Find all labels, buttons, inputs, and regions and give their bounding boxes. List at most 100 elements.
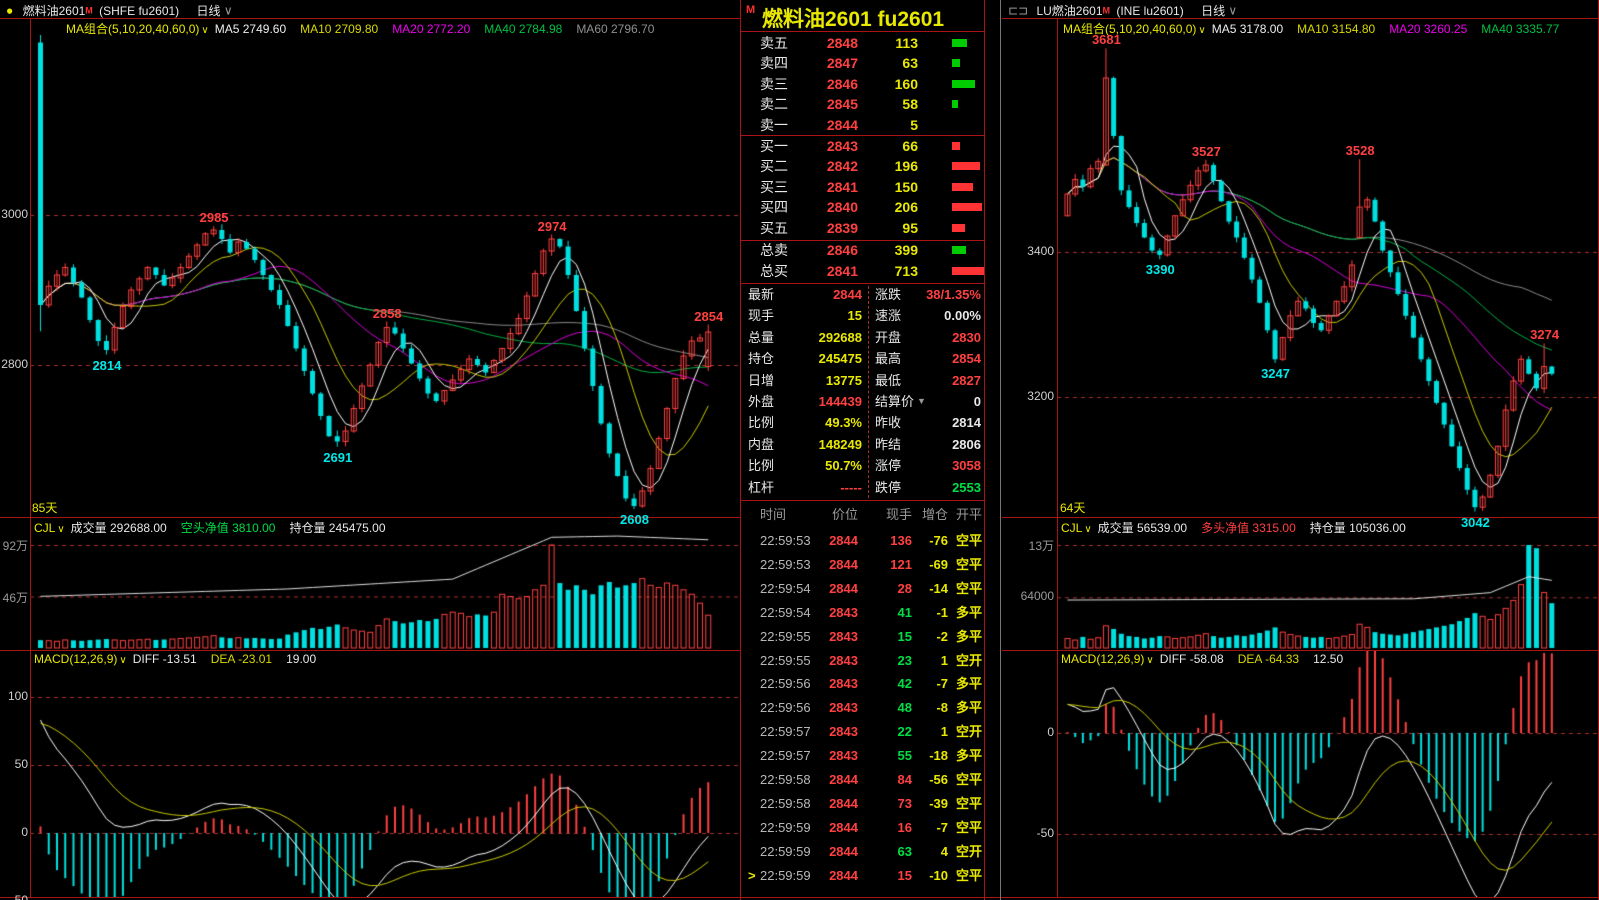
order-book-row[interactable]: 总买2841713 bbox=[740, 261, 985, 281]
tick-price: 2844 bbox=[829, 578, 858, 600]
tick-side: 空平 bbox=[956, 793, 982, 815]
order-book-row[interactable]: 总卖2846399 bbox=[740, 240, 985, 260]
left-title-bar: ● 燃料油2601M (SHFE fu2601) 日线 ∨ bbox=[6, 2, 233, 19]
order-book-row[interactable]: 买三2841150 bbox=[740, 177, 985, 197]
label: 买五 bbox=[760, 218, 788, 238]
stat-row: 跌停2553 bbox=[740, 477, 985, 498]
label: 66 bbox=[902, 136, 918, 156]
tick-time: 22:59:54 bbox=[760, 602, 811, 624]
right-macd-chart[interactable] bbox=[1057, 650, 1599, 897]
panel-border bbox=[984, 0, 985, 900]
price-annotation: 3527 bbox=[1192, 144, 1221, 159]
volume-axis-label: 64000 bbox=[1004, 589, 1054, 603]
stat-value: 2814 bbox=[952, 412, 981, 433]
divider bbox=[0, 650, 740, 651]
label: 2842 bbox=[827, 156, 858, 176]
tick-hand: 73 bbox=[898, 793, 912, 815]
label: 卖三 bbox=[760, 74, 788, 94]
order-book-row[interactable]: 买二 2842 196 bbox=[740, 156, 985, 176]
price-axis-label: 3000 bbox=[0, 207, 28, 221]
order-book-row[interactable]: 卖二284558 bbox=[740, 94, 985, 114]
tick-delta: -8 bbox=[936, 697, 948, 719]
tick-delta: -1 bbox=[936, 602, 948, 624]
price-annotation: 2691 bbox=[323, 450, 352, 465]
divider bbox=[1002, 650, 1599, 651]
stat-value: 2806 bbox=[952, 434, 981, 455]
right-price-chart[interactable] bbox=[1057, 18, 1599, 517]
right-period-select[interactable]: 日线 bbox=[1201, 4, 1225, 18]
tick-row: 22:59:592844634空开 bbox=[740, 841, 985, 863]
depth-bar bbox=[952, 39, 967, 47]
stat-value: 2854 bbox=[952, 348, 981, 369]
tick-hand: 48 bbox=[898, 697, 912, 719]
divider bbox=[1002, 18, 1599, 19]
tick-hand: 16 bbox=[898, 817, 912, 839]
label: 2839 bbox=[827, 218, 858, 238]
tick-side: 空平 bbox=[956, 578, 982, 600]
tick-time: 22:59:57 bbox=[760, 745, 811, 767]
tick-delta: -10 bbox=[929, 865, 948, 887]
tick-hand: 121 bbox=[890, 554, 912, 576]
main-contract-flag: M bbox=[85, 6, 93, 16]
price-annotation: 3390 bbox=[1146, 262, 1175, 277]
left-period-select[interactable]: 日线 bbox=[197, 4, 221, 18]
panel-splitter[interactable] bbox=[1000, 0, 1001, 900]
tick-time: 22:59:58 bbox=[760, 769, 811, 791]
label: 2846 bbox=[827, 240, 858, 260]
order-book-row[interactable]: 卖三2846160 bbox=[740, 74, 985, 94]
label: 买二 bbox=[760, 156, 788, 176]
order-book-row[interactable]: 买五283995 bbox=[740, 218, 985, 238]
left-volume-chart[interactable] bbox=[30, 517, 740, 650]
price-annotation: 3042 bbox=[1461, 515, 1490, 530]
tick-delta: 1 bbox=[941, 721, 948, 743]
price-annotation: 2814 bbox=[92, 358, 121, 373]
macd-axis-label: 50 bbox=[0, 757, 28, 771]
tick-price: 2844 bbox=[829, 793, 858, 815]
stat-row: 速涨0.00% bbox=[740, 305, 985, 326]
depth-bar bbox=[952, 183, 973, 191]
volume-axis-label: 13万 bbox=[1004, 537, 1054, 554]
stat-value: 2830 bbox=[952, 327, 981, 348]
right-volume-chart[interactable] bbox=[1057, 517, 1599, 650]
order-book-row[interactable]: 买一284366 bbox=[740, 136, 985, 156]
tick-delta: -18 bbox=[929, 745, 948, 767]
right-days-label: 64天 bbox=[1060, 499, 1085, 516]
left-macd-chart[interactable] bbox=[30, 650, 740, 897]
order-book-row[interactable]: 卖一28445 bbox=[740, 115, 985, 135]
tick-time: 22:59:53 bbox=[760, 554, 811, 576]
label: 5 bbox=[910, 115, 918, 135]
stat-label: 昨结 bbox=[875, 434, 901, 455]
order-book-row[interactable]: 卖四284763 bbox=[740, 53, 985, 73]
price-annotation: 2985 bbox=[200, 210, 229, 225]
label: 399 bbox=[895, 240, 918, 260]
left-price-chart[interactable] bbox=[30, 18, 740, 517]
chevron-down-icon[interactable]: ∨ bbox=[1228, 4, 1237, 18]
order-book-row[interactable]: 卖五2848113 bbox=[740, 33, 985, 53]
label: 196 bbox=[895, 156, 918, 176]
stat-label: 涨停 bbox=[875, 455, 901, 476]
bullet-icon: ● bbox=[6, 4, 13, 18]
label: 2840 bbox=[827, 197, 858, 217]
order-book-row[interactable]: 买四2840206 bbox=[740, 197, 985, 217]
price-annotation: 3274 bbox=[1530, 327, 1559, 342]
chevron-down-icon[interactable]: ∨ bbox=[224, 4, 233, 18]
label: 2844 bbox=[827, 115, 858, 135]
stat-label: 开盘 bbox=[875, 327, 901, 348]
label: 买四 bbox=[760, 197, 788, 217]
tick-price: 2843 bbox=[829, 697, 858, 719]
tick-hand: 28 bbox=[898, 578, 912, 600]
tick-price: 2843 bbox=[829, 745, 858, 767]
tick-hand: 42 bbox=[898, 673, 912, 695]
tick-price: 2844 bbox=[829, 530, 858, 552]
tick-side: 多平 bbox=[956, 602, 982, 624]
depth-bar bbox=[952, 59, 960, 67]
tick-row: >22:59:59284415-10空平 bbox=[740, 865, 985, 887]
stat-label: 跌停 bbox=[875, 477, 901, 498]
chevron-down-icon[interactable]: ▼ bbox=[917, 391, 926, 412]
tick-col-header: 时间 bbox=[760, 504, 786, 526]
left-instrument-code: (SHFE fu2601) bbox=[99, 4, 179, 18]
tick-time: 22:59:55 bbox=[760, 626, 811, 648]
volume-axis-label: 46万 bbox=[0, 589, 28, 606]
link-icon[interactable]: ⊏⊐ bbox=[1008, 4, 1028, 18]
tick-hand: 136 bbox=[890, 530, 912, 552]
